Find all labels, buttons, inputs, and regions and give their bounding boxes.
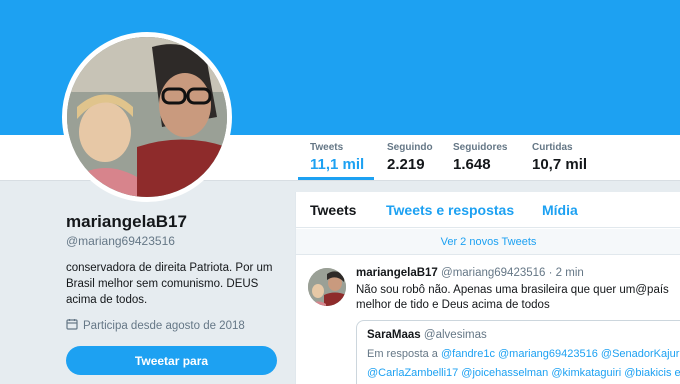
stat-label: Curtidas bbox=[532, 142, 573, 153]
avatar-photo bbox=[67, 37, 227, 197]
tweet-header: mariangelaB17 @mariang69423516 · 2 min bbox=[356, 267, 584, 279]
reply-prefix: Em resposta a bbox=[367, 348, 438, 360]
profile-joined: Participa desde agosto de 2018 bbox=[66, 318, 245, 333]
profile-bio: conservadora de direita Patriota. Por um… bbox=[66, 262, 273, 306]
new-tweets-bar[interactable]: Ver 2 novos Tweets bbox=[296, 229, 680, 255]
tweet-author-handle[interactable]: @mariang69423516 bbox=[441, 267, 545, 279]
tweet-text: Não sou robô não. Apenas uma brasileira … bbox=[356, 284, 669, 311]
quoted-tweet[interactable]: SaraMaas @alvesimas Em resposta a @fandr… bbox=[356, 320, 680, 384]
stat-label: Seguindo bbox=[387, 142, 433, 153]
timeline: Tweets Tweets e respostas Mídia Ver 2 no… bbox=[295, 192, 680, 384]
joined-text: Participa desde agosto de 2018 bbox=[83, 319, 245, 332]
tweet[interactable]: mariangelaB17 @mariang69423516 · 2 min N… bbox=[296, 256, 680, 384]
quote-mentions[interactable]: @CarlaZambelli17 @joicehasselman @kimkat… bbox=[367, 367, 680, 379]
profile-handle[interactable]: @mariang69423516 bbox=[66, 234, 175, 248]
stat-label: Seguidores bbox=[453, 142, 508, 153]
stat-label: Tweets bbox=[310, 142, 344, 153]
tweet-author-name[interactable]: mariangelaB17 bbox=[356, 267, 438, 279]
profile-avatar[interactable] bbox=[62, 32, 232, 202]
quote-author-handle: @alvesimas bbox=[423, 329, 487, 341]
quote-reply-context: Em resposta a @fandre1c @mariang69423516… bbox=[367, 348, 680, 360]
stat-likes[interactable]: Curtidas 10,7 mil bbox=[532, 142, 587, 173]
quote-header: SaraMaas @alvesimas bbox=[367, 329, 487, 341]
calendar-icon bbox=[66, 318, 78, 333]
timeline-tabs: Tweets Tweets e respostas Mídia bbox=[296, 192, 680, 228]
quote-author-name: SaraMaas bbox=[367, 329, 421, 341]
tweet-avatar[interactable] bbox=[308, 268, 346, 306]
active-stat-indicator bbox=[298, 177, 374, 180]
tab-tweets[interactable]: Tweets bbox=[310, 202, 356, 218]
stat-followers[interactable]: Seguidores 1.648 bbox=[453, 142, 507, 173]
stat-value: 10,7 mil bbox=[532, 156, 588, 173]
reply-mentions[interactable]: @fandre1c @mariang69423516 @SenadorKajur… bbox=[441, 348, 680, 360]
stat-value: 2.219 bbox=[387, 156, 425, 173]
stat-value: 1.648 bbox=[453, 156, 491, 173]
tweet-to-button[interactable]: Tweetar para bbox=[66, 346, 277, 375]
stat-tweets[interactable]: Tweets 11,1 mil bbox=[310, 142, 364, 173]
tab-tweets-and-replies[interactable]: Tweets e respostas bbox=[386, 202, 514, 218]
stat-following[interactable]: Seguindo 2.219 bbox=[387, 142, 433, 173]
stat-value: 11,1 mil bbox=[310, 156, 365, 173]
profile-name[interactable]: mariangelaB17 bbox=[66, 212, 187, 232]
tweet-time[interactable]: · 2 min bbox=[549, 267, 584, 279]
tab-media[interactable]: Mídia bbox=[542, 202, 578, 218]
tweet-avatar-photo bbox=[308, 268, 346, 306]
